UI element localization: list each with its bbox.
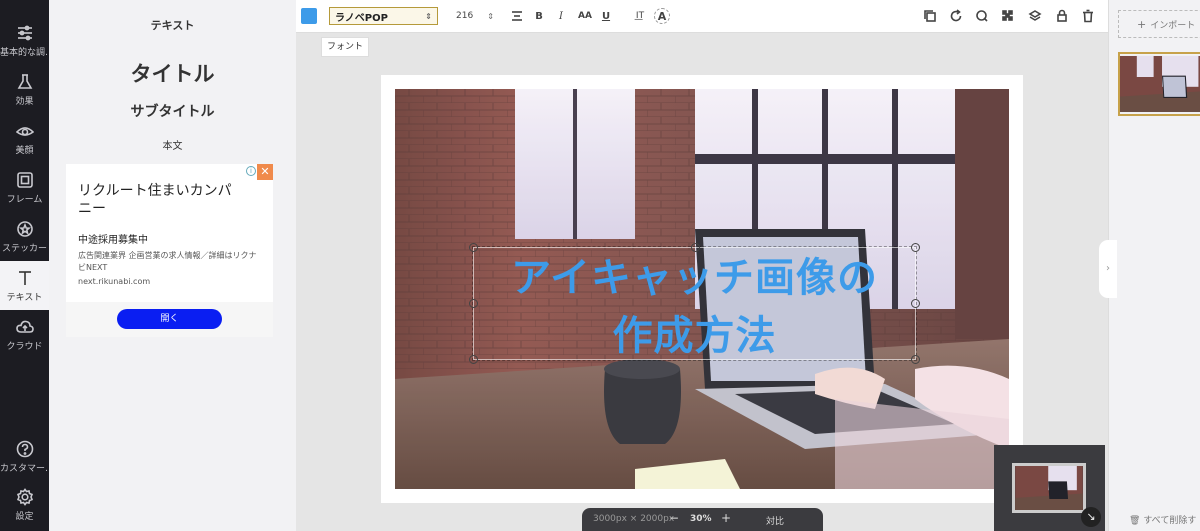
- rail-item-label: 基本的な調…: [0, 47, 49, 58]
- trash-icon: 🗑: [1129, 516, 1141, 526]
- trash-icon: [1083, 9, 1093, 23]
- transparency-button[interactable]: [999, 7, 1017, 25]
- select-arrows-icon: ⇕: [487, 11, 494, 21]
- plus-icon: +: [1137, 17, 1147, 31]
- text-color-swatch[interactable]: [301, 8, 317, 24]
- collapse-panel-button[interactable]: ›: [1099, 240, 1117, 298]
- resize-handle-top-left[interactable]: [469, 243, 478, 252]
- mask-button[interactable]: [973, 7, 991, 25]
- sliders-icon: [17, 25, 32, 40]
- eye-icon: [15, 126, 34, 136]
- minimap-thumb: [1015, 466, 1083, 510]
- body-text-preset[interactable]: 本文: [49, 137, 296, 152]
- ad-open-button[interactable]: 開く: [117, 309, 222, 329]
- rail-item-beauty[interactable]: 美顔: [0, 114, 49, 163]
- italic-button[interactable]: I: [552, 7, 570, 25]
- image-thumbnail[interactable]: [1118, 52, 1200, 116]
- zoom-out-button[interactable]: −: [669, 511, 679, 525]
- resize-handle-bottom-left[interactable]: [469, 355, 478, 364]
- import-label: インポート: [1150, 20, 1196, 31]
- align-button[interactable]: [508, 7, 526, 25]
- rail-item-label: カスタマー…: [0, 463, 49, 474]
- delete-all-label: すべて削除す: [1143, 516, 1197, 526]
- ad-title[interactable]: リクルート住まいカンパニー: [78, 182, 238, 218]
- import-button[interactable]: + インポート: [1118, 10, 1200, 38]
- zoom-level: 30%: [690, 514, 712, 524]
- resize-handle-top-right[interactable]: [911, 243, 920, 252]
- zoom-bar: 3000px × 2000px − 30% + 対比: [582, 508, 823, 531]
- mask-icon: [976, 10, 988, 22]
- rotate-handle[interactable]: [691, 243, 700, 252]
- rail-item-cloud[interactable]: クラウド: [0, 310, 49, 359]
- font-size-value: 216: [456, 11, 474, 21]
- font-select[interactable]: ラノベPOP ⇕: [329, 7, 438, 25]
- text-icon: [18, 270, 31, 285]
- rail-item-text[interactable]: テキスト: [0, 261, 49, 310]
- frame-icon: [16, 171, 33, 188]
- canvas-dimensions: 3000px × 2000px: [593, 514, 675, 524]
- panel-heading: テキスト: [150, 19, 195, 32]
- resize-handle-bottom-right[interactable]: [911, 355, 920, 364]
- font-size-select[interactable]: 216 ⇕: [454, 7, 496, 25]
- flask-icon: [17, 73, 32, 89]
- gear-icon: [16, 487, 33, 506]
- delete-button[interactable]: [1079, 7, 1097, 25]
- ad-heading: 中途採用募集中: [78, 235, 148, 246]
- cloud-icon: [15, 320, 34, 333]
- letter-spacing-button[interactable]: I͟T: [631, 7, 649, 25]
- layers-panel: › + インポート 🗑 すべて削除す: [1099, 0, 1200, 531]
- lock-button[interactable]: [1053, 7, 1071, 25]
- thumbnail-image: [1120, 55, 1200, 113]
- title-preset[interactable]: タイトル: [49, 58, 296, 88]
- text-effect-button[interactable]: A: [654, 8, 670, 24]
- rail-item-frame[interactable]: フレーム: [0, 163, 49, 212]
- rail-item-label: 設定: [15, 511, 34, 522]
- rail-item-label: ステッカー: [1, 243, 47, 254]
- ad-description: 広告関連業界 企画営業の求人情報／詳細はリクナビNEXT: [78, 251, 257, 272]
- underline-button[interactable]: U: [597, 7, 615, 25]
- text-toolbar: ラノベPOP ⇕ 216 ⇕ B I AA U I͟T A: [296, 0, 1108, 33]
- subtitle-preset[interactable]: サブタイトル: [49, 101, 296, 121]
- font-select-value: ラノベPOP: [335, 12, 388, 24]
- ad-close-button[interactable]: ✕: [257, 164, 273, 180]
- ad-url[interactable]: next.rikunabi.com: [78, 277, 150, 286]
- rail-item-basic-adjust[interactable]: 基本的な調…: [0, 16, 49, 65]
- lock-icon: [1057, 9, 1067, 22]
- zoom-in-button[interactable]: +: [721, 511, 731, 525]
- rotate-button[interactable]: [947, 7, 965, 25]
- rail-item-settings[interactable]: 設定: [0, 480, 49, 529]
- tool-rail: 基本的な調… 効果 美顔 フレーム ステッカー テキスト クラウド カスタマー……: [0, 0, 49, 531]
- minimap-preview[interactable]: [1012, 463, 1086, 513]
- resize-handle-left[interactable]: [469, 299, 478, 308]
- layers-button[interactable]: [1026, 7, 1044, 25]
- rotate-icon: [950, 9, 962, 22]
- case-button[interactable]: AA: [574, 7, 596, 25]
- align-icon: [512, 11, 522, 21]
- ad-info-icon[interactable]: i: [246, 166, 256, 176]
- rail-item-label: フレーム: [6, 194, 43, 205]
- text-selection-box[interactable]: [469, 243, 920, 364]
- select-arrows-icon: ⇕: [425, 11, 432, 21]
- font-tooltip: フォント: [321, 37, 369, 57]
- rail-item-label: クラウド: [6, 341, 43, 352]
- resize-handle-right[interactable]: [911, 299, 920, 308]
- rail-item-customer-support[interactable]: カスタマー…: [0, 432, 49, 481]
- help-icon: [16, 440, 33, 457]
- bold-button[interactable]: B: [530, 7, 548, 25]
- duplicate-button[interactable]: [921, 7, 939, 25]
- ad-banner[interactable]: i ✕ リクルート住まいカンパニー 中途採用募集中 広告関連業界 企画営業の求人…: [66, 164, 273, 337]
- checker-icon: [1002, 10, 1013, 21]
- rail-item-sticker[interactable]: ステッカー: [0, 212, 49, 261]
- delete-all-button[interactable]: 🗑 すべて削除す: [1129, 513, 1196, 526]
- rail-item-label: 効果: [15, 96, 34, 107]
- rail-item-effects[interactable]: 効果: [0, 65, 49, 114]
- rail-item-label: テキスト: [6, 292, 43, 303]
- layers-icon: [1028, 10, 1042, 21]
- compare-button[interactable]: 対比: [766, 514, 784, 527]
- sticker-icon: [16, 220, 33, 237]
- copy-icon: [924, 10, 936, 22]
- rail-item-label: 美顔: [15, 145, 34, 156]
- minimap[interactable]: ↘: [994, 445, 1105, 531]
- minimap-toggle-icon[interactable]: ↘: [1081, 507, 1101, 527]
